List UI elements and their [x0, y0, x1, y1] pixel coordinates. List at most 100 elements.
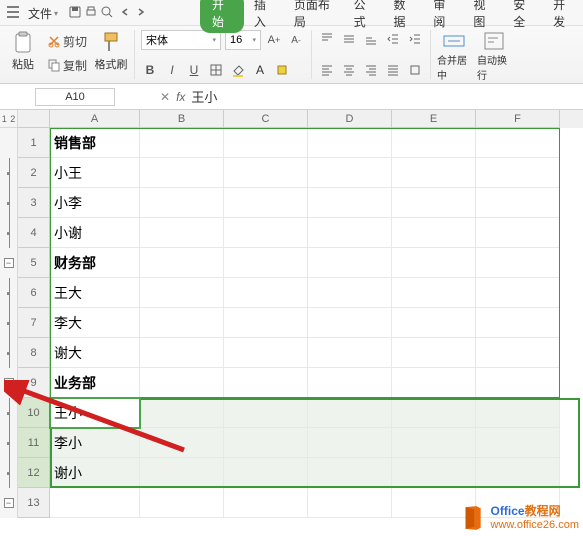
- row-header-13[interactable]: 13: [18, 488, 50, 518]
- cell-C4[interactable]: [224, 218, 308, 248]
- row-header-2[interactable]: 2: [18, 158, 50, 188]
- row-header-7[interactable]: 7: [18, 308, 50, 338]
- cell-B5[interactable]: [140, 248, 224, 278]
- cell-D12[interactable]: [308, 458, 392, 488]
- cell-A3[interactable]: 小李: [50, 188, 140, 218]
- border-button[interactable]: [207, 61, 225, 79]
- cell-F2[interactable]: [476, 158, 560, 188]
- cell-C3[interactable]: [224, 188, 308, 218]
- cell-D5[interactable]: [308, 248, 392, 278]
- cell-E10[interactable]: [392, 398, 476, 428]
- tab-security[interactable]: 安全: [503, 0, 543, 34]
- cell-E1[interactable]: [392, 128, 476, 158]
- cell-A13[interactable]: [50, 488, 140, 518]
- cell-C1[interactable]: [224, 128, 308, 158]
- font-color-button[interactable]: A: [251, 61, 269, 79]
- col-header-a[interactable]: A: [50, 110, 140, 128]
- row-header-6[interactable]: 6: [18, 278, 50, 308]
- cell-E7[interactable]: [392, 308, 476, 338]
- cell-E3[interactable]: [392, 188, 476, 218]
- row-header-4[interactable]: 4: [18, 218, 50, 248]
- cell-B6[interactable]: [140, 278, 224, 308]
- orientation-icon[interactable]: [406, 61, 424, 79]
- cell-C2[interactable]: [224, 158, 308, 188]
- cell-B2[interactable]: [140, 158, 224, 188]
- cell-C9[interactable]: [224, 368, 308, 398]
- cell-C13[interactable]: [224, 488, 308, 518]
- cancel-icon[interactable]: ✕: [160, 90, 170, 104]
- paste-button[interactable]: 粘贴: [6, 30, 40, 76]
- tab-view[interactable]: 视图: [463, 0, 503, 34]
- row-header-5[interactable]: 5: [18, 248, 50, 278]
- cell-F9[interactable]: [476, 368, 560, 398]
- cell-B13[interactable]: [140, 488, 224, 518]
- cell-D9[interactable]: [308, 368, 392, 398]
- justify-icon[interactable]: [384, 61, 402, 79]
- cell-F3[interactable]: [476, 188, 560, 218]
- cell-F1[interactable]: [476, 128, 560, 158]
- cell-F12[interactable]: [476, 458, 560, 488]
- outline-collapse-13[interactable]: −: [4, 498, 14, 508]
- tab-insert[interactable]: 插入: [244, 0, 284, 34]
- cell-E4[interactable]: [392, 218, 476, 248]
- cell-A5[interactable]: 财务部: [50, 248, 140, 278]
- cell-C5[interactable]: [224, 248, 308, 278]
- cell-A8[interactable]: 谢大: [50, 338, 140, 368]
- cell-B10[interactable]: [140, 398, 224, 428]
- tab-layout[interactable]: 页面布局: [284, 0, 344, 34]
- tab-start[interactable]: 开始: [200, 0, 244, 33]
- col-header-f[interactable]: F: [476, 110, 560, 128]
- format-painter-button[interactable]: 格式刷: [94, 30, 128, 76]
- tab-review[interactable]: 审阅: [423, 0, 463, 34]
- cell-D8[interactable]: [308, 338, 392, 368]
- highlight-button[interactable]: [273, 61, 291, 79]
- cell-F4[interactable]: [476, 218, 560, 248]
- cell-B11[interactable]: [140, 428, 224, 458]
- select-all-corner[interactable]: [18, 110, 50, 128]
- cell-A1[interactable]: 销售部: [50, 128, 140, 158]
- cell-A7[interactable]: 李大: [50, 308, 140, 338]
- preview-icon[interactable]: [100, 5, 114, 22]
- outline-collapse-9[interactable]: −: [4, 378, 14, 388]
- file-menu[interactable]: 文件▾: [22, 3, 64, 23]
- cell-F6[interactable]: [476, 278, 560, 308]
- bold-button[interactable]: B: [141, 61, 159, 79]
- row-header-10[interactable]: 10: [18, 398, 50, 428]
- cell-F10[interactable]: [476, 398, 560, 428]
- cell-E2[interactable]: [392, 158, 476, 188]
- cell-D3[interactable]: [308, 188, 392, 218]
- cell-B4[interactable]: [140, 218, 224, 248]
- name-box[interactable]: A10: [35, 88, 115, 106]
- align-left-icon[interactable]: [318, 61, 336, 79]
- tab-dev[interactable]: 开发: [543, 0, 583, 34]
- cell-C12[interactable]: [224, 458, 308, 488]
- undo-icon[interactable]: [118, 5, 132, 22]
- cell-A12[interactable]: 谢小: [50, 458, 140, 488]
- cell-B1[interactable]: [140, 128, 224, 158]
- auto-wrap-button[interactable]: 自动换行: [477, 30, 511, 82]
- cell-A2[interactable]: 小王: [50, 158, 140, 188]
- row-header-9[interactable]: 9: [18, 368, 50, 398]
- row-header-3[interactable]: 3: [18, 188, 50, 218]
- italic-button[interactable]: I: [163, 61, 181, 79]
- merge-center-button[interactable]: 合并居中: [437, 30, 471, 82]
- col-header-b[interactable]: B: [140, 110, 224, 128]
- outline-level-2[interactable]: 2: [9, 114, 18, 124]
- cell-A9[interactable]: 业务部: [50, 368, 140, 398]
- formula-input[interactable]: [191, 89, 491, 104]
- cell-A6[interactable]: 王大: [50, 278, 140, 308]
- fill-color-button[interactable]: [229, 61, 247, 79]
- cell-C10[interactable]: [224, 398, 308, 428]
- tab-formula[interactable]: 公式: [344, 0, 384, 34]
- col-header-d[interactable]: D: [308, 110, 392, 128]
- cell-E8[interactable]: [392, 338, 476, 368]
- cell-D10[interactable]: [308, 398, 392, 428]
- cell-B9[interactable]: [140, 368, 224, 398]
- row-header-11[interactable]: 11: [18, 428, 50, 458]
- align-center-icon[interactable]: [340, 61, 358, 79]
- align-right-icon[interactable]: [362, 61, 380, 79]
- cell-E5[interactable]: [392, 248, 476, 278]
- cell-D7[interactable]: [308, 308, 392, 338]
- cell-E6[interactable]: [392, 278, 476, 308]
- font-name-select[interactable]: 宋体▾: [141, 30, 221, 50]
